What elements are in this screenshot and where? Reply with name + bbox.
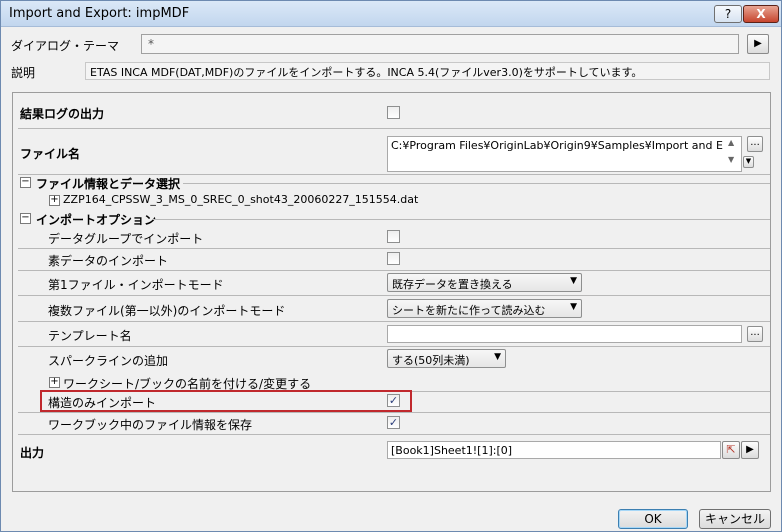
- first-import-mode-value: 既存データを置き換える: [392, 278, 513, 291]
- sparkline-select[interactable]: する(50列未満) ▼: [387, 349, 506, 368]
- collapse-icon[interactable]: −: [20, 177, 31, 188]
- theme-menu-button[interactable]: ▶: [747, 34, 769, 54]
- chevron-down-icon: ▼: [494, 352, 501, 362]
- multi-import-mode-select[interactable]: シートを新たに作って読み込む ▼: [387, 299, 582, 318]
- theme-label: ダイアログ・テーマ: [11, 39, 120, 53]
- data-group-checkbox[interactable]: [387, 230, 400, 243]
- window-title: Import and Export: impMDF: [9, 6, 190, 21]
- template-name-label: テンプレート名: [48, 329, 132, 343]
- divider: [153, 219, 770, 220]
- divider: [18, 248, 770, 249]
- divider: [18, 321, 770, 322]
- first-import-mode-label: 第1ファイル・インポートモード: [48, 278, 224, 292]
- multi-import-mode-label: 複数ファイル(第一以外)のインポートモード: [48, 304, 286, 318]
- divider: [18, 412, 770, 413]
- divider: [18, 434, 770, 435]
- raw-data-checkbox[interactable]: [387, 252, 400, 265]
- structure-only-label: 構造のみインポート: [48, 396, 157, 410]
- expand-icon[interactable]: +: [49, 377, 60, 388]
- data-group-label: データグループでインポート: [48, 232, 204, 246]
- chevron-down-icon: ▼: [570, 276, 577, 286]
- title-bar: Import and Export: impMDF ? X: [1, 1, 781, 27]
- scroll-up-icon[interactable]: ▲: [728, 138, 734, 147]
- divider: [18, 295, 770, 296]
- divider: [18, 270, 770, 271]
- file-name-field[interactable]: C:¥Program Files¥OriginLab¥Origin9¥Sampl…: [387, 136, 742, 172]
- log-output-label: 結果ログの出力: [20, 107, 105, 121]
- template-name-field[interactable]: [387, 325, 742, 343]
- description-text: ETAS INCA MDF(DAT,MDF)のファイルをインポートする。INCA…: [85, 62, 770, 80]
- file-info-header: ファイル情報とデータ選択: [36, 177, 181, 191]
- divider: [183, 183, 770, 184]
- collapse-icon[interactable]: −: [20, 213, 31, 224]
- save-file-info-checkbox[interactable]: ✓: [387, 416, 400, 429]
- play-arrow-icon: ▶: [754, 38, 762, 49]
- close-button[interactable]: X: [743, 5, 779, 23]
- file-name-label: ファイル名: [20, 147, 81, 161]
- import-options-header: インポートオプション: [36, 213, 157, 227]
- divider: [18, 346, 770, 347]
- multi-import-mode-value: シートを新たに作って読み込む: [392, 304, 546, 317]
- file-dropdown-button[interactable]: ▼: [743, 156, 754, 168]
- output-label: 出力: [20, 446, 45, 460]
- output-menu-button[interactable]: ▶: [741, 441, 759, 459]
- log-output-checkbox[interactable]: [387, 106, 400, 119]
- file-browse-button[interactable]: ...: [747, 136, 763, 152]
- raw-data-label: 素データのインポート: [48, 254, 169, 268]
- first-import-mode-select[interactable]: 既存データを置き換える ▼: [387, 273, 582, 292]
- range-select-icon[interactable]: ⇱: [722, 441, 740, 459]
- divider: [18, 128, 770, 129]
- cancel-button[interactable]: キャンセル: [699, 509, 771, 529]
- template-browse-button[interactable]: ...: [747, 326, 763, 342]
- help-button[interactable]: ?: [714, 5, 742, 23]
- play-arrow-icon: ▶: [746, 444, 754, 455]
- chevron-down-icon: ▼: [570, 302, 577, 312]
- sparkline-label: スパークラインの追加: [48, 354, 169, 368]
- dialog-window: Import and Export: impMDF ? X ダイアログ・テーマ …: [0, 0, 782, 532]
- structure-only-checkbox[interactable]: ✓: [387, 394, 400, 407]
- expand-icon[interactable]: +: [49, 195, 60, 206]
- output-field[interactable]: [Book1]Sheet1![1]:[0]: [387, 441, 721, 459]
- save-file-info-label: ワークブック中のファイル情報を保存: [48, 418, 253, 432]
- description-label: 説明: [11, 66, 36, 80]
- sparkline-value: する(50列未満): [392, 354, 470, 367]
- file-info-item[interactable]: ZZP164_CPSSW_3_MS_0_SREC_0_shot43_200602…: [63, 193, 418, 206]
- theme-combo[interactable]: *: [141, 34, 739, 54]
- ok-button[interactable]: OK: [618, 509, 688, 529]
- scroll-down-icon[interactable]: ▼: [728, 155, 734, 164]
